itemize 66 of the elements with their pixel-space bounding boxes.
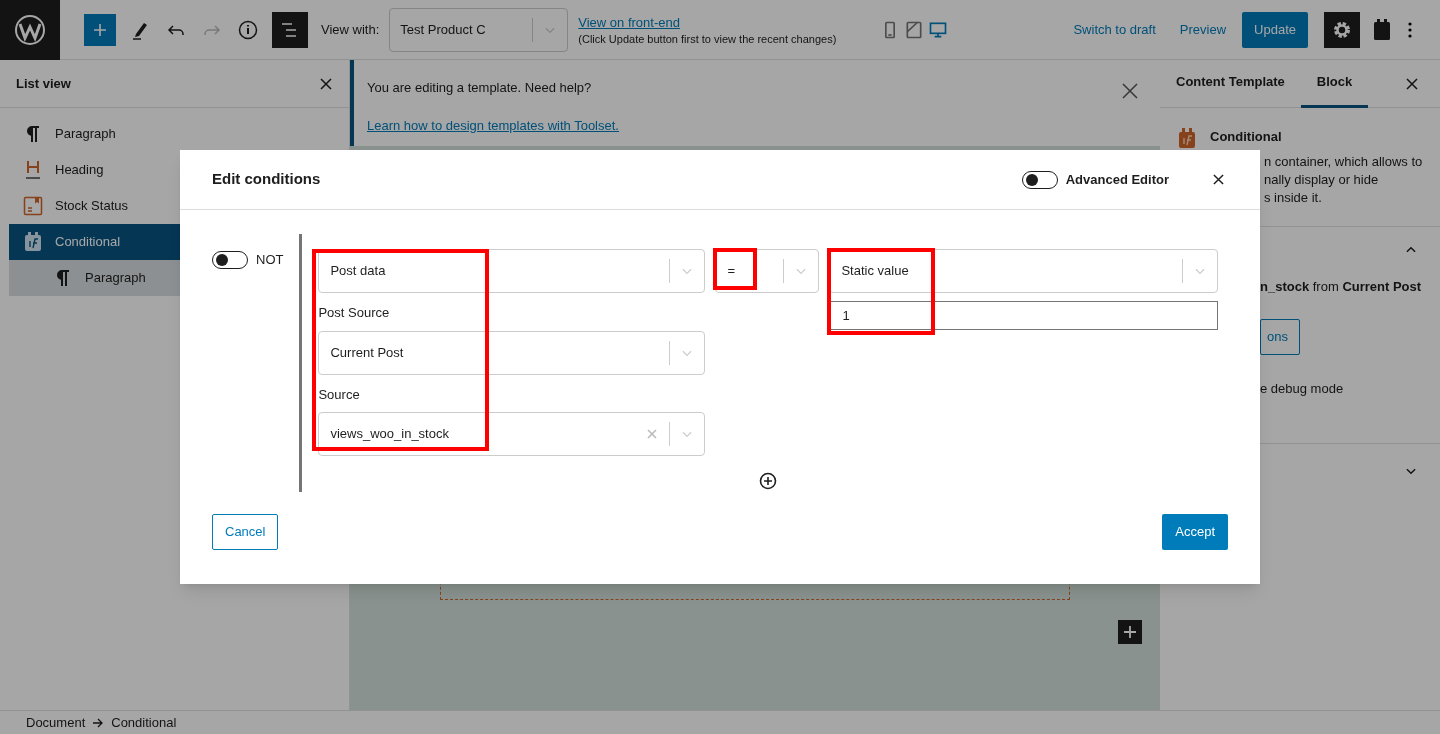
heading-icon [25,160,41,180]
block-description: nally display or hide [1264,170,1380,189]
list-view-item[interactable]: Stock Status [9,188,340,224]
close-icon[interactable] [1213,174,1224,185]
panel-title: List view [16,74,71,93]
source-summary: n_stock from Current Post [1260,278,1422,296]
logo-icon [14,13,46,46]
notice-text: You are editing a template. Need help? [367,79,593,97]
debug-mode-label: e debug mode [1260,379,1344,398]
pilcrow-icon [55,269,71,287]
logo-tile[interactable] [0,0,60,60]
edit-conditions-button[interactable]: ons [1260,318,1300,355]
select-value: views_woo_in_stock [329,425,450,444]
settings-button[interactable] [1324,11,1360,48]
list-view-label: Paragraph [85,269,146,288]
notice-link[interactable]: Learn how to design templates with Toolset. [367,115,619,135]
select-value: Current Post [329,343,405,362]
advanced-editor-toggle[interactable] [1021,170,1058,189]
select-value: Static value [840,262,910,281]
breadcrumb-item[interactable]: Conditional [111,712,177,733]
block-title: Conditional [1210,128,1283,146]
add-block-button[interactable] [84,13,116,46]
plus-icon [1123,625,1137,639]
switch-to-draft-button[interactable]: Switch to draft [1063,11,1166,48]
list-view-label: Stock Status [55,197,128,216]
settings-icon [1332,19,1352,40]
accept-button[interactable]: Accept [1162,514,1228,550]
view-with-select[interactable]: Test Product C [389,7,569,52]
sidebar-tab[interactable]: Content Template [1160,59,1301,108]
select-value: = [726,262,737,281]
select-value: Test Product C [399,20,487,39]
list-view-label: Heading [55,161,104,180]
dialog-title: Edit conditions [212,169,321,190]
add-condition-icon[interactable] [759,472,777,490]
sidebar-tab[interactable]: Block [1300,59,1369,108]
block-description: n container, which allows to [1264,152,1423,171]
calendar-if-icon [1178,127,1196,149]
more-options-icon[interactable] [1408,21,1412,38]
front-end-note: (Click Update button first to view the recent changes) [578,32,837,46]
list-view-label: Paragraph [55,125,116,144]
toggle-label: Advanced Editor [1065,170,1169,189]
calendar-if-icon [24,232,42,252]
plus-icon [92,21,108,38]
box-icon [23,196,43,216]
list-view-item[interactable]: Paragraph [9,116,340,152]
update-button[interactable]: Update [1242,11,1308,48]
arrow-right-icon [93,717,104,728]
list-view-label: Conditional [55,233,121,252]
add-block-button[interactable] [1118,620,1142,644]
field-label: Source [318,385,361,404]
breadcrumb-item[interactable]: Document [26,712,86,733]
clipboard-icon[interactable] [1372,18,1392,41]
close-icon[interactable] [320,77,332,90]
list-view-button[interactable] [272,11,308,48]
field-label: Post Source [318,304,391,322]
pilcrow-icon [25,125,41,143]
select-field[interactable]: Current Post [318,330,706,375]
tablet-preview-icon[interactable] [904,19,925,40]
front-end-link[interactable]: View on front-end [578,13,837,33]
view-with-label: View with: [321,20,380,39]
preview-button[interactable]: Preview [1169,11,1237,48]
close-icon[interactable] [1406,77,1418,90]
select-field[interactable]: views_woo_in_stock [318,412,706,456]
block-description: s inside it. [1264,188,1323,207]
cancel-button[interactable]: Cancel [212,514,279,550]
not-toggle[interactable] [212,250,248,269]
